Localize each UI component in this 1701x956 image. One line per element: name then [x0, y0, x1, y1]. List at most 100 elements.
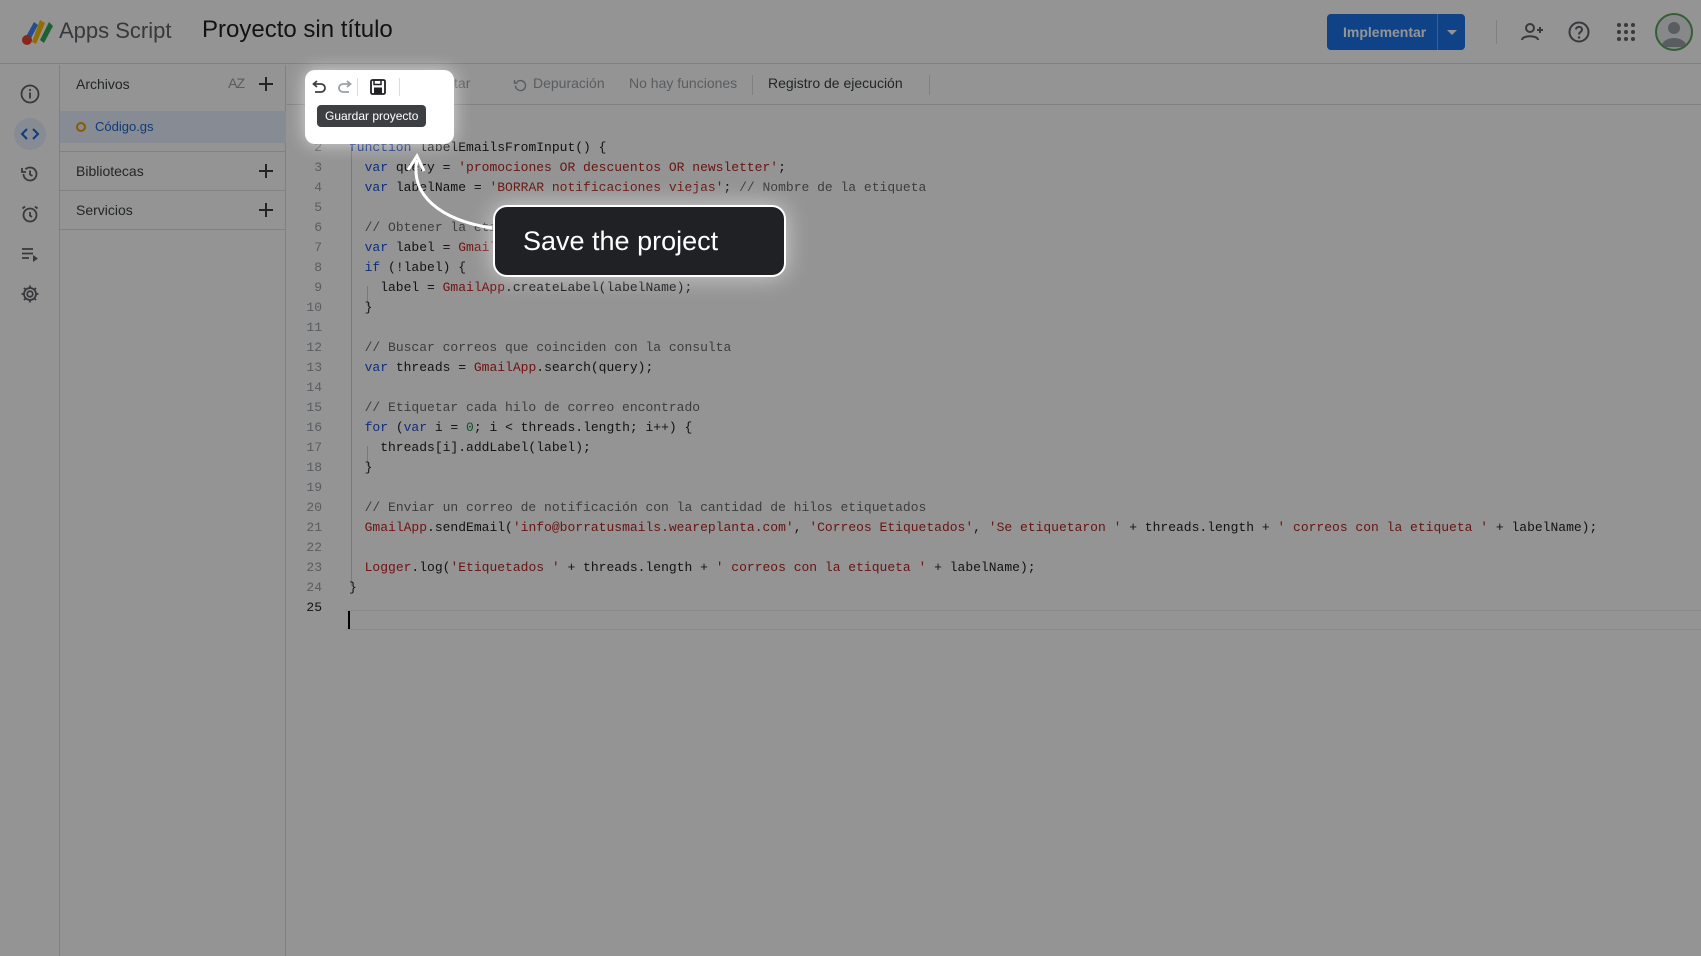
line-number: 7 [314, 240, 322, 255]
top-header: Apps Script Proyecto sin título Implemen… [0, 0, 1701, 64]
code-line[interactable]: 22 [287, 538, 1701, 558]
account-avatar[interactable] [1655, 13, 1693, 51]
line-number: 3 [314, 160, 322, 175]
code-line[interactable]: 4 var labelName = 'BORRAR notificaciones… [287, 178, 1701, 198]
files-header: Archivos AZ [60, 65, 286, 103]
code-text: threads[i].addLabel(label); [349, 440, 591, 455]
code-text: var query = 'promociones OR descuentos O… [364, 160, 786, 175]
line-number: 10 [306, 300, 322, 315]
code-text: var labelName = 'BORRAR notificaciones v… [364, 180, 927, 195]
code-line[interactable]: 10 } [287, 298, 1701, 318]
code-line[interactable]: 16 for (var i = 0; i < threads.length; i… [287, 418, 1701, 438]
code-line[interactable]: 2 function labelEmailsFromInput() { [287, 138, 1701, 158]
code-text: Logger.log('Etiquetados ' + threads.leng… [364, 560, 1036, 575]
overview-button[interactable] [14, 78, 46, 110]
code-line[interactable]: 11 [287, 318, 1701, 338]
code-line[interactable]: 23 Logger.log('Etiquetados ' + threads.l… [287, 558, 1701, 578]
line-number: 21 [306, 520, 322, 535]
save-icon[interactable] [367, 76, 389, 98]
line-number: 24 [306, 580, 322, 595]
brand-name[interactable]: Apps Script [59, 18, 172, 44]
executions-button[interactable] [14, 238, 46, 270]
header-divider [1496, 20, 1497, 44]
code-line[interactable]: 13 var threads = GmailApp.search(query); [287, 358, 1701, 378]
avatar-person-icon [1661, 22, 1687, 47]
project-title[interactable]: Proyecto sin título [202, 16, 393, 44]
add-person-icon[interactable] [1521, 20, 1545, 44]
code-text: // Enviar un correo de notificación con … [364, 500, 927, 515]
line-number: 9 [314, 280, 322, 295]
line-number: 22 [306, 540, 322, 555]
tutorial-callout: Save the project [493, 205, 786, 277]
apps-grid-icon[interactable] [1614, 20, 1638, 44]
chevron-down-icon[interactable] [1447, 29, 1457, 35]
line-number: 23 [306, 560, 322, 575]
editor-button[interactable] [14, 118, 46, 150]
line-number: 13 [306, 360, 322, 375]
add-service-icon[interactable] [256, 200, 276, 220]
code-line[interactable]: 20 // Enviar un correo de notificación c… [287, 498, 1701, 518]
execution-log-button[interactable]: Registro de ejecución [768, 75, 903, 91]
code-line[interactable]: 9 label = GmailApp.createLabel(labelName… [287, 278, 1701, 298]
code-line[interactable]: 25 [287, 598, 1701, 618]
editor-toolbar: Ejecutar Depuración No hay funciones Reg… [287, 65, 1701, 105]
line-number: 8 [314, 260, 322, 275]
libraries-row[interactable]: Bibliotecas [60, 152, 286, 190]
code-text: label = GmailApp.createLabel(labelName); [349, 280, 693, 295]
code-line[interactable]: 18 } [287, 458, 1701, 478]
save-tooltip: Guardar proyecto [317, 105, 427, 127]
line-number: 6 [314, 220, 322, 235]
code-line[interactable]: 3 var query = 'promociones OR descuentos… [287, 158, 1701, 178]
line-number: 20 [306, 500, 322, 515]
line-number: 25 [306, 600, 322, 615]
project-settings-button[interactable] [14, 278, 46, 310]
code-text: for (var i = 0; i < threads.length; i++)… [364, 420, 693, 435]
line-number: 5 [314, 200, 322, 215]
add-library-icon[interactable] [256, 161, 276, 181]
code-line[interactable]: 24} [287, 578, 1701, 598]
code-text: // Buscar correos que coinciden con la c… [364, 340, 732, 355]
executions-icon [22, 248, 38, 262]
sort-az-icon[interactable]: AZ [228, 75, 245, 91]
help-icon[interactable] [1567, 20, 1591, 44]
debug-icon [513, 79, 527, 92]
services-divider [60, 229, 286, 230]
function-select[interactable]: No hay funciones [629, 75, 737, 91]
code-line[interactable]: 1 [287, 118, 1701, 138]
code-line[interactable]: 15 // Etiquetar cada hilo de correo enco… [287, 398, 1701, 418]
code-line[interactable]: 19 [287, 478, 1701, 498]
files-title: Archivos [76, 76, 130, 92]
code-line[interactable]: 21 GmailApp.sendEmail('info@borratusmail… [287, 518, 1701, 538]
code-text: if (!label) { [364, 260, 467, 275]
add-file-icon[interactable] [256, 74, 276, 94]
code-text: } [349, 580, 357, 595]
redo-icon[interactable] [335, 76, 357, 98]
code-text: GmailApp.sendEmail('info@borratusmails.w… [364, 520, 1598, 535]
toolbar-divider-end [929, 75, 930, 95]
code-line[interactable]: 12 // Buscar correos que coinciden con l… [287, 338, 1701, 358]
deploy-divider [1437, 14, 1438, 50]
file-item-codigo[interactable]: Código.gs [60, 111, 286, 143]
line-number: 17 [306, 440, 322, 455]
line-number: 14 [306, 380, 322, 395]
save-divider [399, 78, 400, 96]
code-icon [20, 128, 40, 140]
history-icon [21, 166, 38, 182]
code-line[interactable]: 17 threads[i].addLabel(label); [287, 438, 1701, 458]
alarm-icon [21, 205, 39, 223]
line-number: 4 [314, 180, 322, 195]
deploy-label: Implementar [1343, 24, 1427, 40]
deploy-button[interactable]: Implementar [1327, 14, 1465, 50]
triggers-history-button[interactable] [14, 158, 46, 190]
services-row[interactable]: Servicios [60, 191, 286, 229]
libraries-label: Bibliotecas [76, 163, 144, 179]
code-line[interactable]: 14 [287, 378, 1701, 398]
debug-button[interactable]: Depuración [533, 75, 605, 91]
line-number: 11 [306, 320, 322, 335]
left-rail [0, 65, 60, 956]
triggers-button[interactable] [14, 198, 46, 230]
undo-redo-divider [357, 78, 358, 96]
file-name: Código.gs [95, 119, 154, 134]
code-text: } [349, 460, 373, 475]
undo-icon[interactable] [307, 76, 329, 98]
